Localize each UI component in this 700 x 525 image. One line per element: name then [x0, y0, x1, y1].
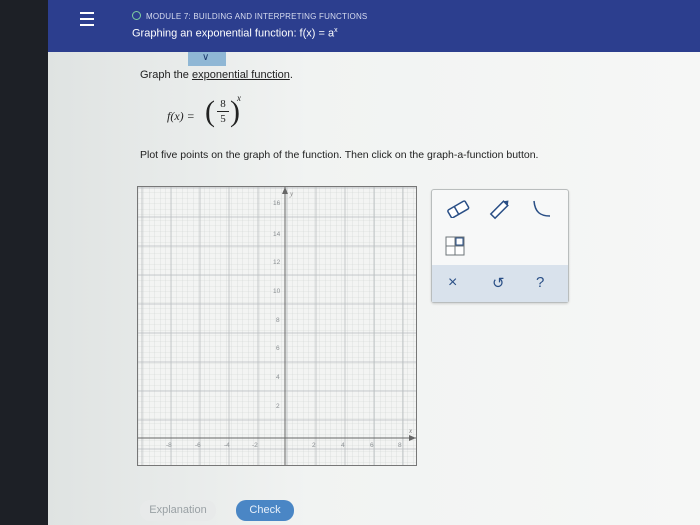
y-tick-label: 16: [273, 200, 281, 207]
y-tick-label: 8: [276, 317, 280, 324]
explanation-button[interactable]: Explanation: [140, 500, 216, 521]
chevron-down-icon: ∨: [202, 52, 210, 63]
left-paren: (: [205, 95, 215, 128]
x-tick-label: 6: [370, 442, 374, 449]
hamburger-menu-icon[interactable]: [80, 12, 94, 28]
y-tick-label: 2: [276, 403, 280, 410]
undo-button[interactable]: ↺: [492, 274, 505, 292]
graph-area[interactable]: y x 16 14 12 10 8 6 4 2 -8 -6 -4 -2 2 4 …: [137, 186, 417, 466]
y-tick-label: 14: [273, 231, 281, 238]
graph-toolbar: × ↺ ?: [431, 189, 569, 303]
collapse-tab[interactable]: ∨: [188, 52, 226, 66]
exponential-function-link[interactable]: exponential function: [192, 69, 290, 81]
x-tick-label: 4: [341, 442, 345, 449]
instruction-text: Plot five points on the graph of the fun…: [140, 149, 539, 161]
question-prompt: Graph the exponential function.: [140, 69, 293, 81]
y-tick-label: 6: [276, 345, 280, 352]
module-status-icon: [132, 11, 141, 20]
graph-svg[interactable]: y x 16 14 12 10 8 6 4 2 -8 -6 -4 -2 2 4 …: [138, 187, 416, 465]
exponent: x: [237, 93, 241, 103]
screen-bezel: [0, 0, 48, 525]
graph-function-icon[interactable]: [445, 236, 465, 256]
eraser-icon[interactable]: [445, 200, 471, 218]
x-tick-label: 8: [398, 442, 402, 449]
module-label: MODULE 7: BUILDING AND INTERPRETING FUNC…: [146, 12, 368, 21]
x-tick-label: -4: [224, 442, 230, 449]
prompt-prefix: Graph the: [140, 69, 192, 81]
numerator: 8: [220, 98, 226, 110]
pencil-icon[interactable]: [488, 198, 512, 220]
x-tick-label: -8: [166, 442, 172, 449]
top-bar: [48, 0, 700, 52]
y-tick-label: 12: [273, 259, 281, 266]
y-tick-label: 10: [273, 288, 281, 295]
module-title: MODULE 7: BUILDING AND INTERPRETING FUNC…: [132, 11, 367, 21]
x-tick-label: 2: [312, 442, 316, 449]
fraction-bar: [217, 111, 229, 112]
topic-title: Graphing an exponential function: f(x) =…: [132, 27, 338, 40]
x-tick-label: -2: [252, 442, 258, 449]
denominator: 5: [220, 113, 226, 125]
topic-superscript: x: [334, 27, 338, 34]
y-tick-label: 4: [276, 374, 280, 381]
topic-label: Graphing an exponential function: f(x) =…: [132, 27, 335, 40]
check-button[interactable]: Check: [236, 500, 294, 521]
x-tick-label: -6: [195, 442, 201, 449]
fraction: 8 5: [217, 98, 229, 125]
help-button[interactable]: ?: [536, 274, 544, 291]
function-label: f(x) =: [167, 109, 195, 123]
prompt-suffix: .: [289, 69, 293, 81]
clear-button[interactable]: ×: [448, 274, 457, 292]
curve-icon[interactable]: [530, 198, 554, 220]
